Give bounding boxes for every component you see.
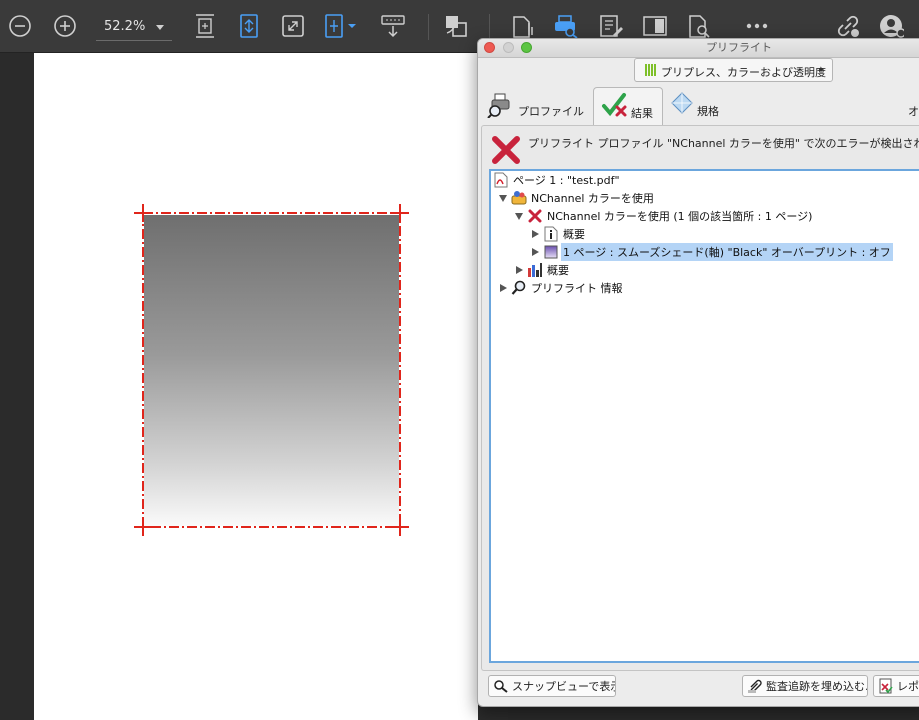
report-icon <box>878 678 894 694</box>
tree-row-label: ページ 1 : "test.pdf" <box>513 174 620 187</box>
tab-more-label: オ <box>908 105 919 118</box>
shading-swatch-icon <box>543 244 559 260</box>
tree-row-preflight-info[interactable]: プリフライト 情報 <box>497 279 625 297</box>
error-cross-icon <box>491 135 521 169</box>
tab-profiles-label: プロファイル <box>518 105 584 118</box>
tab-more[interactable]: オ <box>908 86 919 124</box>
background-strip <box>508 705 919 720</box>
tree-row-profile[interactable]: NChannel カラーを使用 <box>497 189 656 207</box>
paperclip-icon <box>747 678 763 694</box>
results-panel: プリフライト プロファイル "NChannel カラーを使用" で次のエラーが検… <box>481 125 919 671</box>
magnifier-icon <box>511 280 527 296</box>
pdf-file-icon <box>493 172 509 188</box>
error-cross-icon <box>527 208 543 224</box>
report-button[interactable]: レポー <box>873 675 919 697</box>
snap-view-button[interactable]: スナップビューで表示 <box>488 675 616 697</box>
minimize-window-button[interactable] <box>503 42 514 53</box>
results-tree[interactable]: ページ 1 : "test.pdf" NChannel カラーを使用 NChan… <box>489 169 919 663</box>
info-document-icon <box>543 226 559 242</box>
snap-view-label: スナップビューで表示 <box>512 680 616 693</box>
disclosure-expanded-icon[interactable] <box>513 210 525 222</box>
tree-row-label: NChannel カラーを使用 <box>531 192 654 205</box>
profile-wrench-icon <box>511 190 527 206</box>
embed-audit-trail-button[interactable]: 監査追跡を埋め込む... <box>742 675 868 697</box>
error-message: プリフライト プロファイル "NChannel カラーを使用" で次のエラーが検… <box>528 137 919 150</box>
window-title: プリフライト <box>706 41 772 54</box>
tree-row-label: プリフライト 情報 <box>531 282 623 295</box>
disclosure-collapsed-icon[interactable] <box>529 246 541 258</box>
close-window-button[interactable] <box>484 42 495 53</box>
tab-standards-label: 規格 <box>697 105 719 118</box>
tree-row-page[interactable]: ページ 1 : "test.pdf" <box>493 171 622 189</box>
tree-row-label: 1 ページ : スムーズシェード(軸) "Black" オーバープリント : オ… <box>561 243 893 261</box>
printer-magnifier-icon <box>486 92 512 121</box>
diamond-icon <box>670 91 694 118</box>
chevron-down-icon <box>818 68 824 72</box>
disclosure-collapsed-icon[interactable] <box>529 228 541 240</box>
preflight-mode-select[interactable]: プリプレス、カラーおよび透明度 <box>634 58 833 82</box>
tree-row-overview[interactable]: 概要 <box>529 225 587 243</box>
tree-row-error[interactable]: NChannel カラーを使用 (1 個の該当箇所 : 1 ページ) <box>513 207 814 225</box>
disclosure-expanded-icon[interactable] <box>497 192 509 204</box>
summary-chart-icon <box>527 262 543 278</box>
magnifier-icon <box>493 679 509 693</box>
embed-audit-trail-label: 監査追跡を埋め込む... <box>766 680 868 693</box>
tab-standards[interactable]: 規格 <box>670 86 740 124</box>
zoom-window-button[interactable] <box>521 42 532 53</box>
tab-results[interactable]: 結果 <box>593 87 663 128</box>
check-cross-icon <box>601 91 629 122</box>
tree-row-summary[interactable]: 概要 <box>513 261 571 279</box>
color-bars-icon <box>645 64 657 79</box>
preflight-window: プリフライト プリプレス、カラーおよび透明度 プロファイル 結果 規格 オ プリ… <box>477 38 919 707</box>
tree-row-label: 概要 <box>547 264 569 277</box>
tree-row-label: NChannel カラーを使用 (1 個の該当箇所 : 1 ページ) <box>547 210 813 223</box>
preflight-mode-label: プリプレス、カラーおよび透明度 <box>661 66 826 79</box>
report-label: レポー <box>897 680 919 693</box>
disclosure-collapsed-icon[interactable] <box>497 282 509 294</box>
tree-row-label: 概要 <box>563 228 585 241</box>
tab-results-label: 結果 <box>631 107 653 120</box>
window-titlebar[interactable]: プリフライト <box>478 39 919 58</box>
tree-row-shading[interactable]: 1 ページ : スムーズシェード(軸) "Black" オーバープリント : オ… <box>529 243 893 261</box>
disclosure-collapsed-icon[interactable] <box>513 264 525 276</box>
tab-profiles[interactable]: プロファイル <box>486 86 586 124</box>
